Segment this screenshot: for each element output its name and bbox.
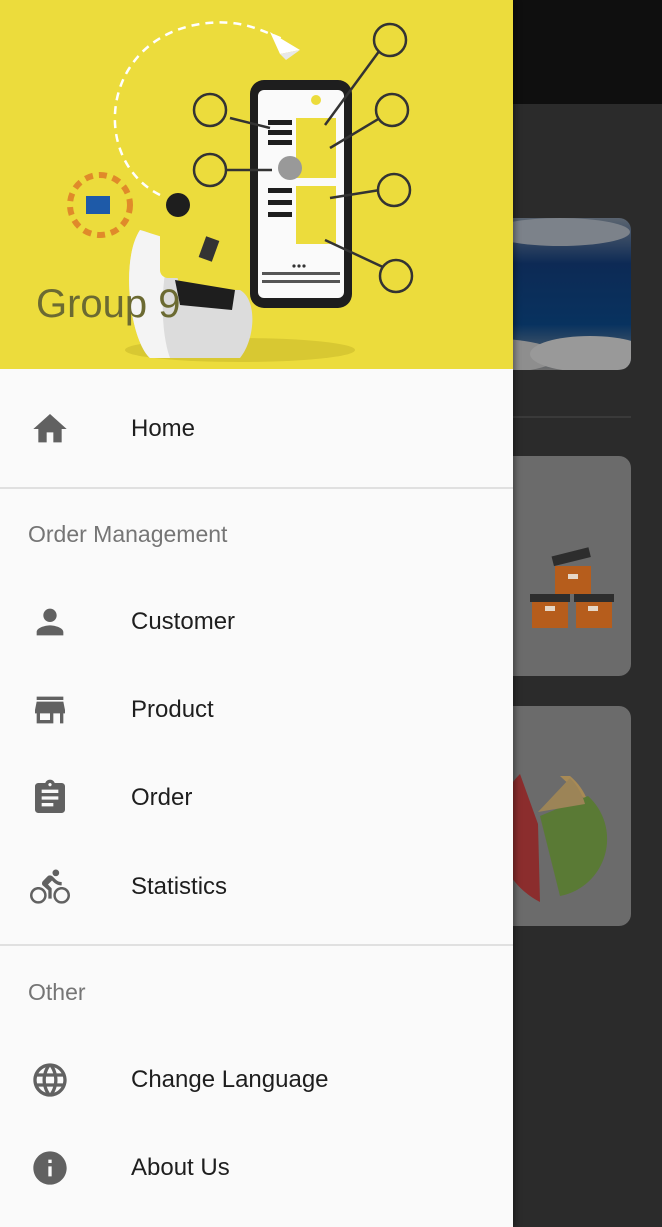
nav-label-statistics: Statistics: [131, 873, 228, 900]
header-title: Group 9: [36, 282, 181, 326]
section-title-order-management: Order Management: [28, 521, 228, 547]
nav-item-product[interactable]: Product: [0, 666, 513, 754]
divider: [0, 487, 513, 489]
nav-item-home[interactable]: Home: [0, 385, 513, 473]
navigation-drawer: Group 9 Home Order Management Customer P…: [0, 0, 513, 1227]
nav-label-home: Home: [131, 415, 196, 442]
bike-icon: [28, 865, 72, 909]
nav-label-product: Product: [131, 696, 214, 723]
person-icon: [28, 600, 72, 644]
drawer-header: Group 9: [0, 0, 513, 369]
nav-item-change-language[interactable]: Change Language: [0, 1036, 513, 1124]
nav-label-about-us: About Us: [131, 1154, 230, 1181]
clipboard-icon: [28, 776, 72, 820]
info-icon: [28, 1146, 72, 1190]
home-icon: [28, 407, 72, 451]
nav-label-change-language: Change Language: [131, 1066, 329, 1093]
section-title-other: Other: [28, 979, 86, 1005]
nav-item-order[interactable]: Order: [0, 754, 513, 842]
nav-label-order: Order: [131, 784, 193, 811]
divider: [0, 944, 513, 946]
nav-label-customer: Customer: [131, 608, 236, 635]
nav-item-about-us[interactable]: About Us: [0, 1124, 513, 1212]
nav-item-statistics[interactable]: Statistics: [0, 843, 513, 931]
store-icon: [28, 688, 72, 732]
globe-icon: [28, 1058, 72, 1102]
nav-item-customer[interactable]: Customer: [0, 578, 513, 666]
